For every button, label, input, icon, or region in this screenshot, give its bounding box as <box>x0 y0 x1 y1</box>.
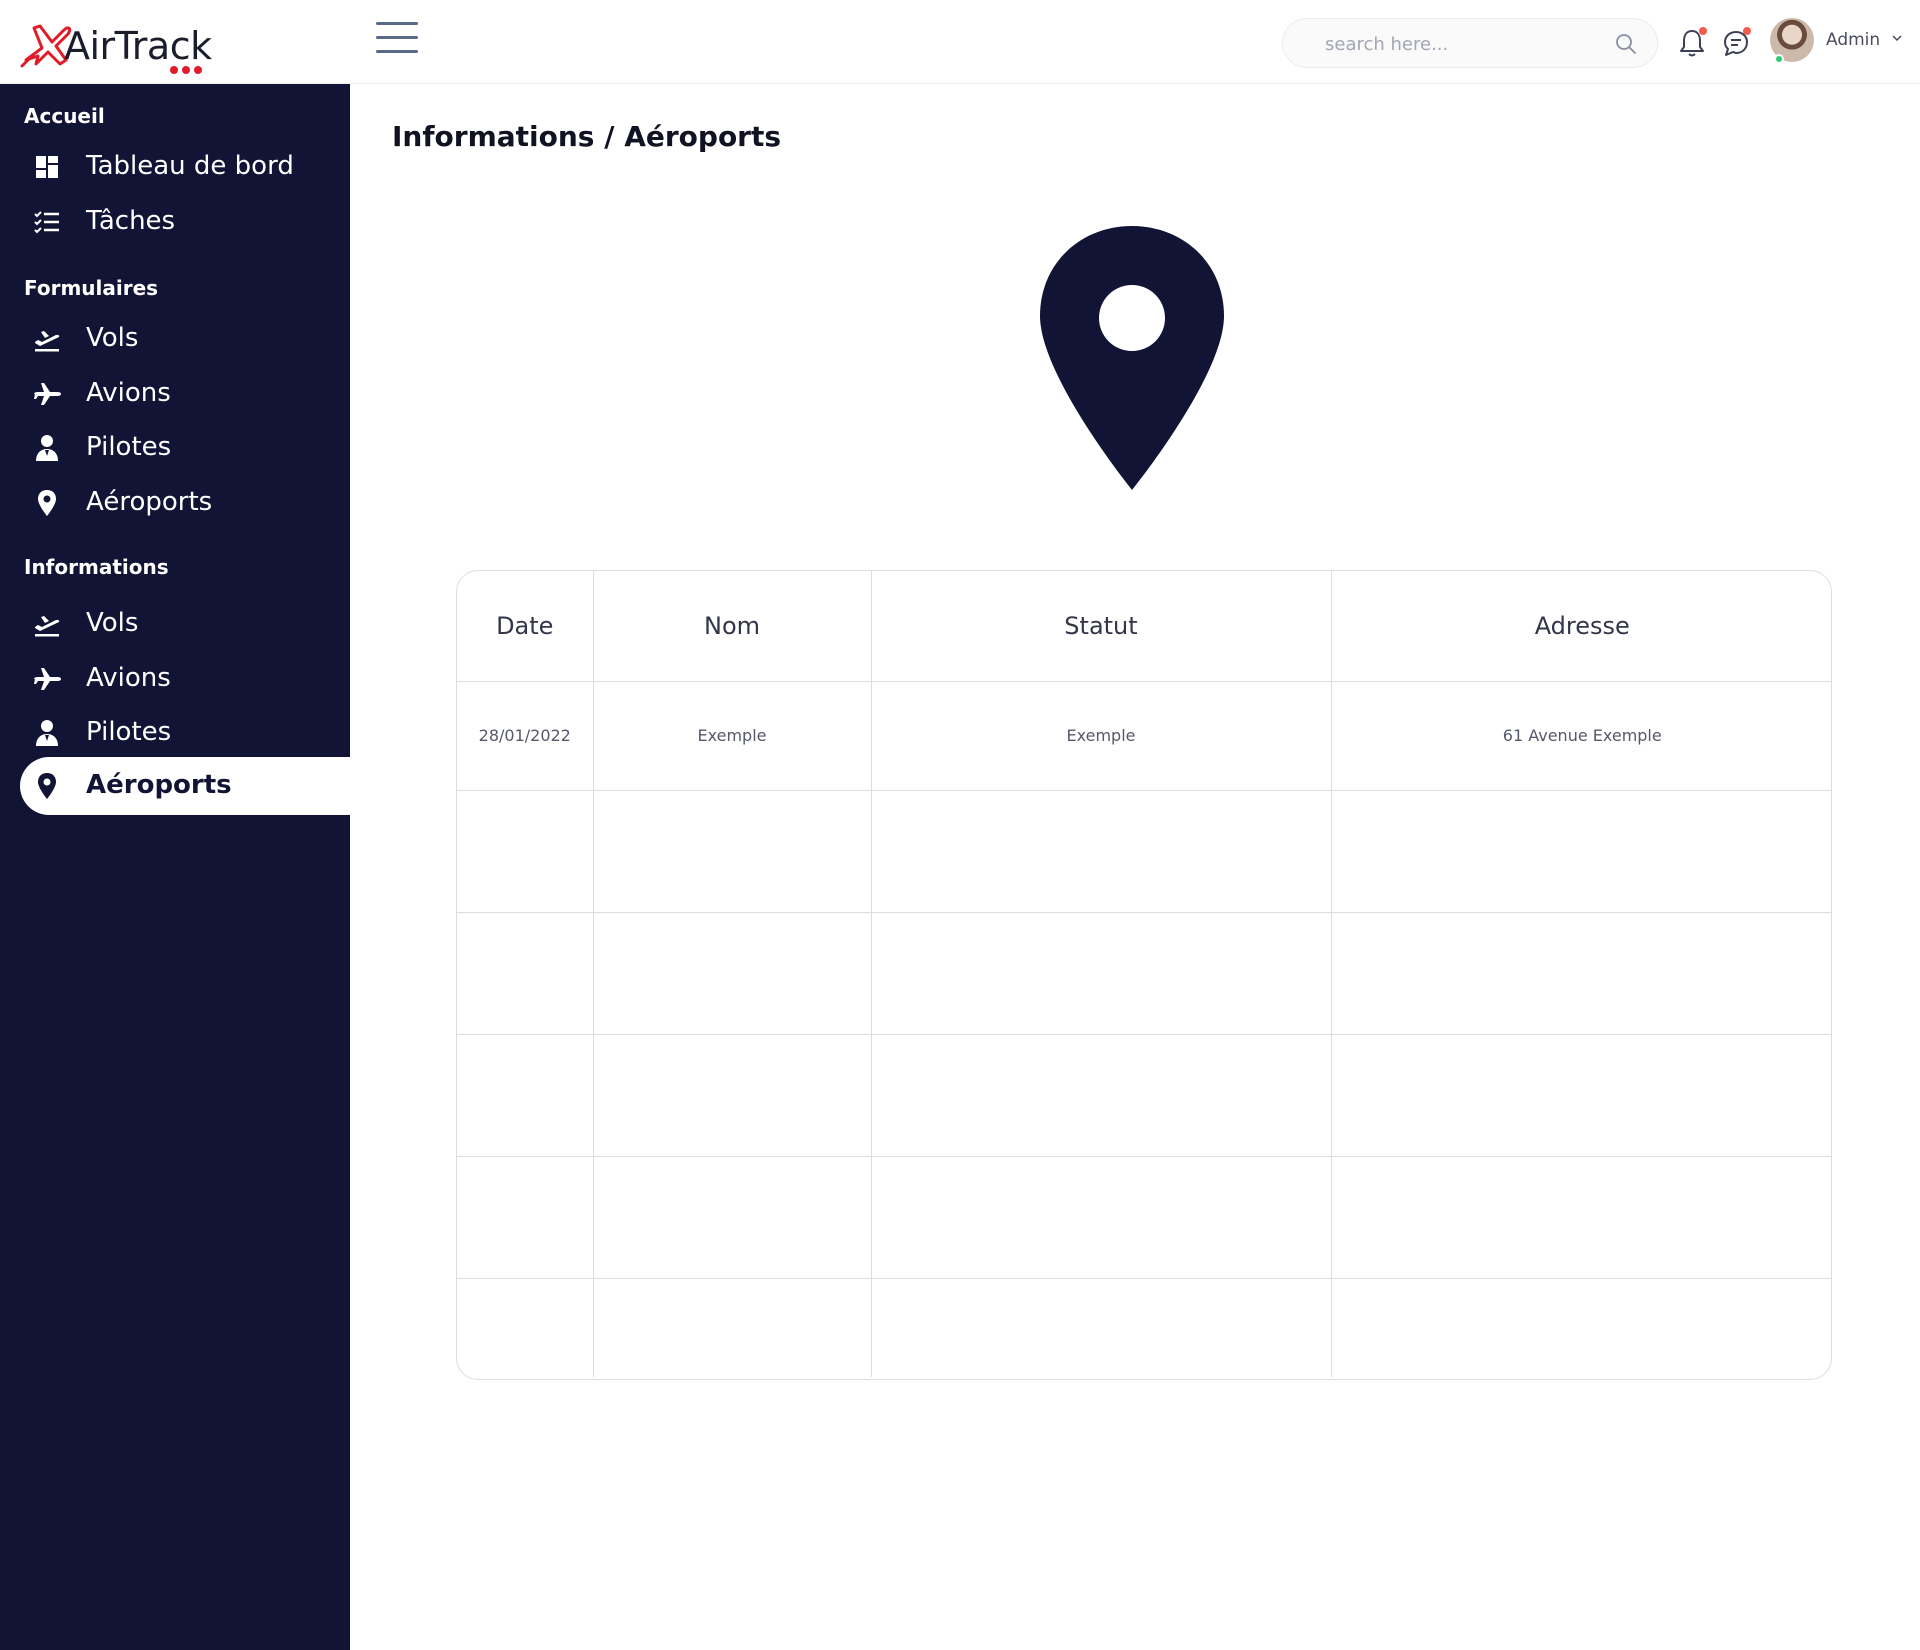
table-row[interactable] <box>457 912 1831 1035</box>
airports-table: Date Nom Statut Adresse 28/01/2022 Exemp… <box>456 570 1832 1380</box>
pilot-icon <box>36 720 58 746</box>
cell-statut <box>871 912 1332 1035</box>
sidebar-item-taches[interactable]: Tâches <box>20 193 350 251</box>
cell-nom <box>593 1156 872 1279</box>
column-header-nom[interactable]: Nom <box>593 571 872 682</box>
table-row[interactable] <box>457 1278 1831 1377</box>
cell-adresse <box>1331 790 1831 913</box>
cell-date <box>457 912 594 1035</box>
airplane-icon <box>34 383 61 405</box>
cell-statut <box>871 1156 1332 1279</box>
table-row[interactable] <box>457 790 1831 913</box>
sidebar-item-label: Pilotes <box>86 432 172 462</box>
column-header-statut[interactable]: Statut <box>871 571 1332 682</box>
sidebar: Accueil Tableau de bord Tâches Formulair… <box>0 84 350 1650</box>
airtrack-logo[interactable]: AirTrack <box>20 14 220 74</box>
search-input[interactable] <box>1325 32 1605 56</box>
cell-adresse <box>1331 1278 1831 1377</box>
table-row[interactable]: 28/01/2022 Exemple Exemple 61 Avenue Exe… <box>457 681 1831 791</box>
cell-adresse <box>1331 1034 1831 1157</box>
sidebar-item-informations-avions[interactable]: Avions <box>20 650 350 708</box>
sidebar-item-informations-aeroports[interactable]: Aéroports <box>20 757 350 815</box>
sidebar-item-formulaires-aeroports[interactable]: Aéroports <box>20 474 350 532</box>
sidebar-section-informations: Informations <box>24 555 169 579</box>
pilot-icon <box>36 435 58 461</box>
sidebar-item-label: Vols <box>86 323 139 353</box>
tasks-icon <box>34 211 59 234</box>
sidebar-item-label: Avions <box>86 663 171 693</box>
notifications-button[interactable] <box>1678 27 1707 58</box>
sidebar-item-label: Aéroports <box>86 487 213 517</box>
flight-takeoff-icon <box>35 331 60 352</box>
cell-date <box>457 790 594 913</box>
sidebar-section-accueil: Accueil <box>24 104 105 128</box>
column-header-date[interactable]: Date <box>457 571 594 682</box>
sidebar-item-informations-vols[interactable]: Vols <box>20 595 350 653</box>
table-header-row: Date Nom Statut Adresse <box>457 571 1831 682</box>
dashboard-icon <box>36 156 58 178</box>
cell-nom <box>593 790 872 913</box>
cell-date <box>457 1034 594 1157</box>
cell-statut: Exemple <box>871 681 1332 791</box>
sidebar-item-label: Pilotes <box>86 717 172 747</box>
search-icon[interactable] <box>1615 33 1637 55</box>
user-name: Admin <box>1826 30 1881 50</box>
cell-nom <box>593 1034 872 1157</box>
sidebar-item-label: Tâches <box>86 206 176 236</box>
location-pin-icon <box>38 490 56 516</box>
search-box <box>1282 18 1658 68</box>
menu-toggle-button[interactable] <box>376 22 418 56</box>
airplane-icon <box>34 668 61 690</box>
sidebar-item-informations-pilotes[interactable]: Pilotes <box>20 704 350 762</box>
sidebar-item-formulaires-pilotes[interactable]: Pilotes <box>20 419 350 477</box>
page-title: Informations / Aéroports <box>392 120 782 153</box>
top-bar: AirTrack Admin <box>0 0 1920 84</box>
brand-dots <box>170 61 212 74</box>
cell-date: 28/01/2022 <box>457 681 594 791</box>
sidebar-item-label: Avions <box>86 378 171 408</box>
message-dot <box>1743 27 1751 35</box>
location-pin-icon <box>38 773 56 799</box>
sidebar-item-tableau-de-bord[interactable]: Tableau de bord <box>20 138 350 196</box>
cell-nom <box>593 912 872 1035</box>
cell-date <box>457 1156 594 1279</box>
table-row[interactable] <box>457 1034 1831 1157</box>
cell-statut <box>871 790 1332 913</box>
cell-statut <box>871 1034 1332 1157</box>
cell-date <box>457 1278 594 1377</box>
cell-nom <box>593 1278 872 1377</box>
sidebar-item-label: Aéroports <box>86 770 232 800</box>
menu-icon-bar <box>376 50 418 53</box>
cell-adresse <box>1331 1156 1831 1279</box>
user-menu[interactable]: Admin <box>1826 30 1902 50</box>
notification-dot <box>1699 27 1707 35</box>
messages-button[interactable] <box>1722 27 1751 58</box>
sidebar-item-label: Vols <box>86 608 139 638</box>
sidebar-item-formulaires-avions[interactable]: Avions <box>20 365 350 423</box>
sidebar-item-label: Tableau de bord <box>86 151 294 181</box>
menu-icon-bar <box>376 22 418 25</box>
cell-nom: Exemple <box>593 681 872 791</box>
table-row[interactable] <box>457 1156 1831 1279</box>
flight-takeoff-icon <box>35 616 60 637</box>
menu-icon-bar <box>376 36 418 39</box>
column-header-adresse[interactable]: Adresse <box>1331 571 1831 682</box>
cell-statut <box>871 1278 1332 1377</box>
online-status-dot <box>1774 54 1784 64</box>
chevron-down-icon <box>1892 35 1902 42</box>
cell-adresse: 61 Avenue Exemple <box>1331 681 1831 791</box>
sidebar-item-formulaires-vols[interactable]: Vols <box>20 310 350 368</box>
cell-adresse <box>1331 912 1831 1035</box>
sidebar-section-formulaires: Formulaires <box>24 276 159 300</box>
location-pin-icon <box>1040 226 1224 490</box>
avatar[interactable] <box>1770 18 1814 64</box>
